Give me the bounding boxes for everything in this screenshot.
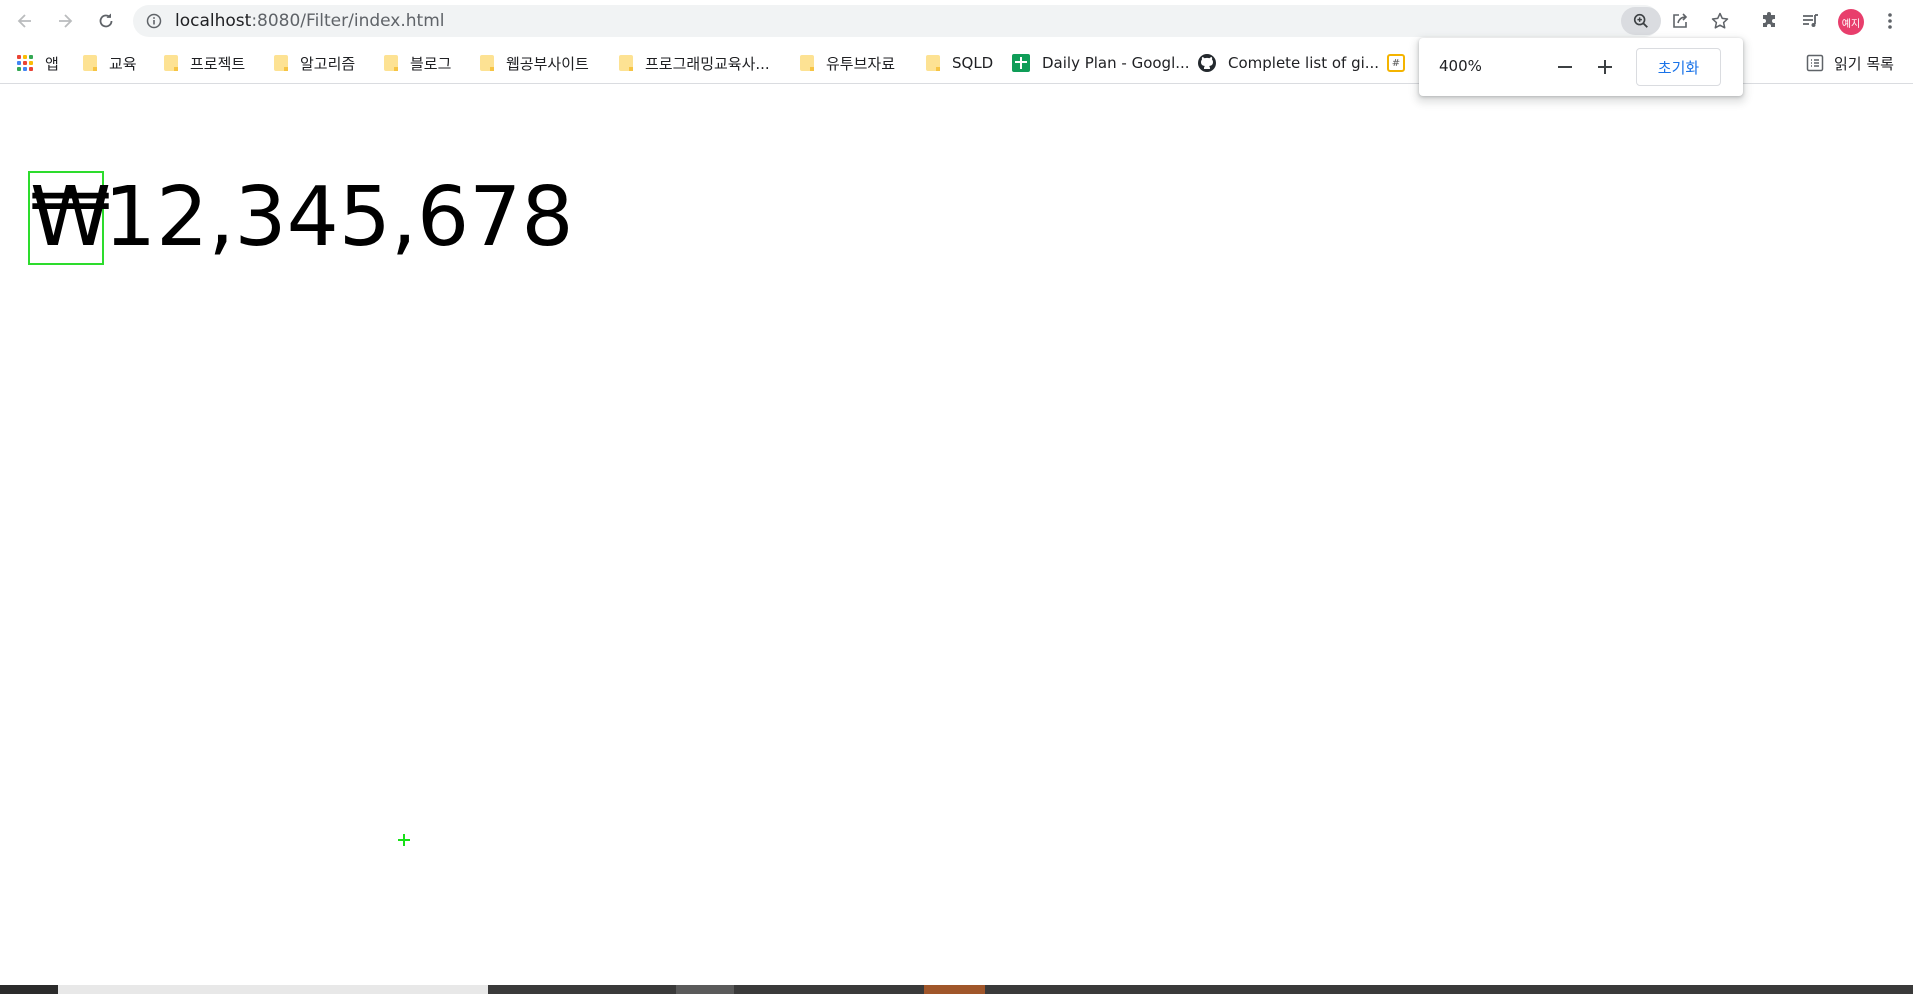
bookmark-label: Complete list of gi... (1228, 54, 1380, 72)
price-display: ₩12,345,678 (28, 170, 574, 265)
taskbar-app[interactable] (676, 985, 734, 994)
url-host: localhost (175, 11, 252, 31)
taskbar-start[interactable] (0, 985, 58, 994)
github-icon (1198, 54, 1216, 72)
bookmark-folder-web-study[interactable]: 웹공부사이트 (480, 51, 589, 75)
bookmark-label: 교육 (109, 54, 137, 73)
reading-list-label: 읽기 목록 (1834, 54, 1894, 73)
folder-icon (164, 55, 178, 71)
puzzle-icon (1763, 12, 1775, 27)
bookmark-github-list[interactable]: Complete list of gi... (1197, 51, 1379, 75)
crosshair-cursor-icon (398, 834, 410, 846)
page-content: ₩12,345,678 (0, 85, 1913, 985)
zoom-in-button[interactable] (1590, 52, 1620, 82)
address-bar[interactable]: localhost:8080/Filter/index.html (133, 5, 1729, 37)
url-text: localhost:8080/Filter/index.html (175, 11, 445, 31)
folder-icon (619, 55, 633, 71)
media-controls-button[interactable] (1797, 8, 1823, 34)
folder-icon (926, 55, 940, 71)
bookmark-label: 블로그 (410, 54, 452, 73)
bookmark-folder-education[interactable]: 교육 (83, 51, 137, 75)
arrow-left-icon (17, 14, 31, 28)
minus-icon (1558, 66, 1572, 68)
folder-icon (480, 55, 494, 71)
taskbar (0, 985, 1913, 994)
hashnode-icon: # (1387, 54, 1405, 72)
back-button[interactable] (10, 6, 40, 36)
taskbar-search[interactable] (58, 985, 488, 994)
bookmark-folder-project[interactable]: 프로젝트 (164, 51, 245, 75)
zoom-reset-button[interactable]: 초기화 (1636, 48, 1721, 86)
reading-list-icon (1806, 54, 1824, 72)
folder-icon (274, 55, 288, 71)
bookmark-label: 프로젝트 (190, 54, 246, 73)
bookmark-label: 앱 (45, 54, 59, 73)
bookmark-hash[interactable]: # (1387, 51, 1405, 75)
arrow-right-icon (59, 14, 73, 28)
bookmark-folder-sqld[interactable]: SQLD (926, 51, 993, 75)
zoom-percent: 400% (1439, 57, 1482, 75)
bookmark-daily-plan[interactable]: Daily Plan - Googl... (1012, 51, 1190, 75)
reload-button[interactable] (91, 6, 121, 36)
bookmark-label: 알고리즘 (300, 54, 356, 73)
extensions-button[interactable] (1756, 8, 1782, 34)
folder-icon (384, 55, 398, 71)
taskbar-app-active[interactable] (924, 985, 985, 994)
share-button[interactable] (1667, 8, 1693, 34)
info-icon[interactable] (146, 13, 162, 29)
reading-list-button[interactable]: 읽기 목록 (1806, 51, 1894, 75)
apps-grid-icon (17, 55, 33, 71)
bookmark-folder-programming-edu[interactable]: 프로그래밍교육사... (619, 51, 770, 75)
bookmark-folder-youtube[interactable]: 유투브자료 (800, 51, 895, 75)
reload-icon (99, 13, 113, 28)
zoom-out-button[interactable] (1550, 52, 1580, 82)
bookmark-label: 프로그래밍교육사... (645, 54, 770, 73)
folder-icon (83, 55, 97, 71)
bookmark-apps[interactable]: 앱 (17, 51, 59, 75)
bookmark-folder-algorithm[interactable]: 알고리즘 (274, 51, 355, 75)
browser-toolbar: localhost:8080/Filter/index.html 예지 (0, 0, 1913, 42)
url-path: :8080/Filter/index.html (251, 11, 445, 31)
price-amount: 12,345,678 (104, 170, 574, 265)
bookmark-label: Daily Plan - Googl... (1042, 54, 1190, 72)
bookmark-folder-blog[interactable]: 블로그 (384, 51, 451, 75)
share-icon (1673, 13, 1688, 28)
zoom-indicator-button[interactable] (1621, 7, 1661, 35)
currency-symbol: ₩ (28, 170, 112, 265)
menu-button[interactable] (1877, 8, 1903, 34)
plus-icon (1598, 60, 1612, 74)
profile-avatar[interactable]: 예지 (1838, 9, 1864, 35)
playlist-icon (1803, 14, 1818, 27)
forward-button[interactable] (50, 6, 80, 36)
more-vert-icon (1888, 13, 1892, 29)
star-icon (1711, 12, 1729, 29)
bookmark-label: 유투브자료 (826, 54, 896, 73)
zoom-in-icon (1633, 13, 1648, 28)
sheets-icon (1012, 54, 1030, 72)
folder-icon (800, 55, 814, 71)
bookmark-label: 웹공부사이트 (506, 54, 589, 73)
zoom-popup: 400% 초기화 (1419, 38, 1743, 96)
bookmark-star-button[interactable] (1707, 8, 1733, 34)
bookmark-label: SQLD (952, 54, 994, 72)
